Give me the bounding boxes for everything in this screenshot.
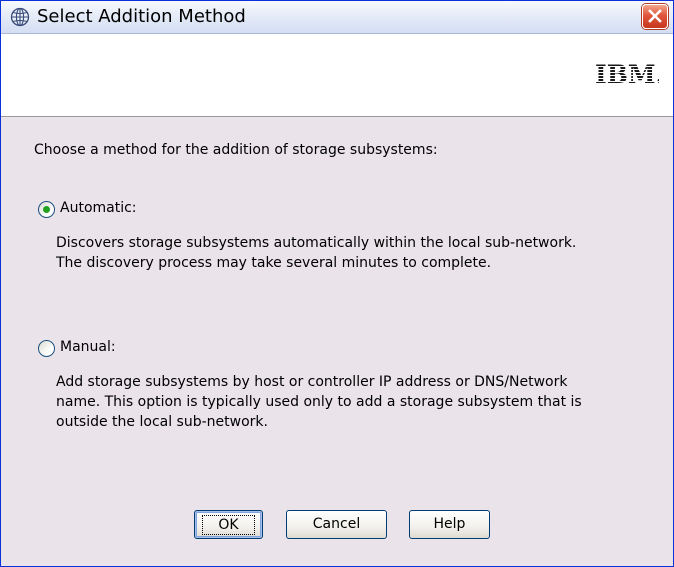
close-icon <box>648 9 662 23</box>
manual-description-line-1: Add storage subsystems by host or contro… <box>56 374 568 390</box>
help-button-label: Help <box>433 516 466 532</box>
dialog-window: Select Addition Method IBM. Choose a met… <box>0 0 674 567</box>
radio-automatic[interactable] <box>38 201 55 218</box>
ibm-logo: IBM. <box>595 61 659 87</box>
globe-icon <box>10 7 30 27</box>
radio-manual-label[interactable]: Manual: <box>60 339 116 355</box>
help-button[interactable]: Help <box>409 510 490 539</box>
ok-button[interactable]: OK <box>194 510 263 539</box>
ibm-logo-text: IBM. <box>595 61 659 87</box>
automatic-description-line-1: Discovers storage subsystems automatical… <box>56 235 577 251</box>
ok-button-label: OK <box>202 515 255 535</box>
manual-description-line-3: outside the local sub-network. <box>56 414 268 430</box>
header-banner: IBM. <box>1 34 673 117</box>
radio-automatic-label[interactable]: Automatic: <box>60 200 137 216</box>
dialog-title: Select Addition Method <box>37 6 246 27</box>
instruction-text: Choose a method for the addition of stor… <box>34 142 438 158</box>
manual-description-line-2: name. This option is typically used only… <box>56 394 582 410</box>
close-button[interactable] <box>642 4 668 29</box>
radio-manual[interactable] <box>38 340 55 357</box>
cancel-button-label: Cancel <box>312 516 361 532</box>
automatic-description-line-2: The discovery process may take several m… <box>56 255 492 271</box>
title-bar[interactable]: Select Addition Method <box>1 1 673 34</box>
cancel-button[interactable]: Cancel <box>286 510 387 539</box>
